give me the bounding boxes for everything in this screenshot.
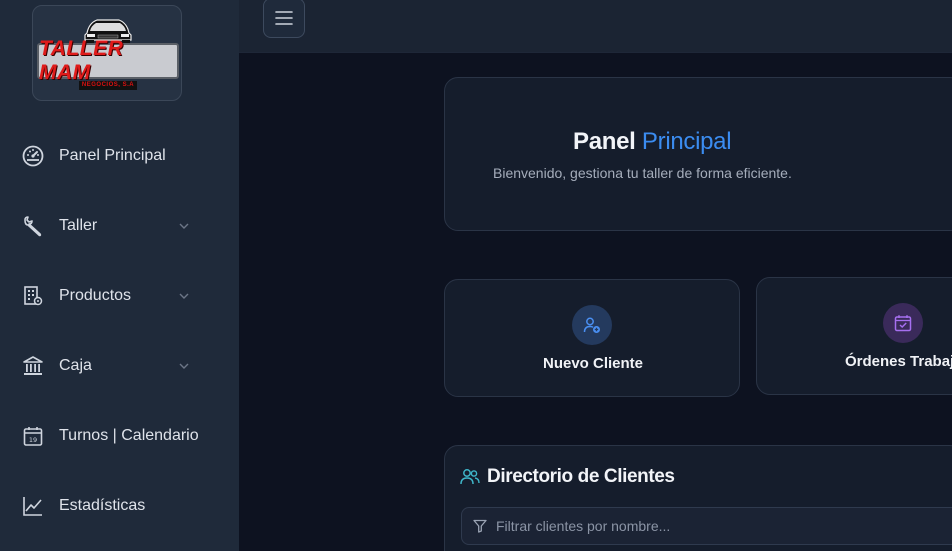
- client-filter-input[interactable]: [496, 508, 952, 544]
- new-client-button[interactable]: Nuevo Cliente: [444, 279, 740, 397]
- gauge-icon: [22, 145, 44, 167]
- user-plus-icon: [572, 305, 612, 345]
- hamburger-icon: [275, 11, 293, 25]
- sidebar-item-caja[interactable]: Caja: [0, 346, 239, 386]
- chevron-down-icon: [179, 293, 189, 299]
- calendar-icon: 19: [22, 425, 44, 447]
- sidebar-item-estadisticas[interactable]: Estadísticas: [0, 486, 239, 526]
- work-orders-label: Órdenes Trabaj: [845, 353, 952, 370]
- chevron-down-icon: [179, 363, 189, 369]
- sidebar-item-label: Taller: [59, 217, 98, 234]
- page-title: Panel Principal: [573, 128, 732, 156]
- svg-text:19: 19: [29, 436, 37, 444]
- inventory-icon: [22, 285, 44, 307]
- sidebar-item-label: Estadísticas: [59, 497, 146, 514]
- page-title-part2: Principal: [641, 128, 732, 155]
- new-client-label: Nuevo Cliente: [543, 355, 644, 372]
- sidebar-item-taller[interactable]: Taller: [0, 206, 239, 246]
- sidebar-item-panel-principal[interactable]: Panel Principal: [0, 136, 239, 176]
- filter-icon: [473, 519, 487, 533]
- logo-sub-text: NEGOCIOS, S.A: [79, 81, 137, 90]
- sidebar-item-label: Turnos | Calendario: [59, 427, 199, 444]
- wrench-icon: [22, 215, 44, 237]
- menu-toggle-button[interactable]: [263, 0, 305, 38]
- client-directory: Directorio de Clientes: [444, 445, 952, 551]
- chevron-down-icon: [179, 223, 189, 229]
- chart-line-icon: [22, 495, 44, 517]
- calendar-check-icon: [883, 303, 923, 343]
- users-icon: [460, 469, 480, 485]
- sidebar: TALLER MAM NEGOCIOS, S.A Panel Principal…: [0, 0, 239, 551]
- work-orders-button[interactable]: Órdenes Trabaj: [756, 277, 952, 395]
- sidebar-item-label: Productos: [59, 287, 132, 304]
- topbar: [239, 0, 952, 53]
- sidebar-item-turnos-calendario[interactable]: 19 Turnos | Calendario: [0, 416, 239, 456]
- page-title-part1: Panel: [573, 128, 636, 155]
- filter-field: [461, 507, 952, 545]
- sidebar-item-label: Panel Principal: [59, 147, 166, 164]
- logo-brand-text: TALLER MAM: [39, 37, 124, 84]
- logo[interactable]: TALLER MAM NEGOCIOS, S.A: [32, 5, 182, 101]
- bank-icon: [22, 355, 44, 377]
- welcome-card: Panel Principal Bienvenido, gestiona tu …: [444, 77, 952, 231]
- directory-title: Directorio de Clientes: [487, 466, 675, 487]
- sidebar-item-productos[interactable]: Productos: [0, 276, 239, 316]
- welcome-subtitle: Bienvenido, gestiona tu taller de forma …: [493, 165, 792, 181]
- sidebar-item-label: Caja: [59, 357, 92, 374]
- logo-plate: TALLER MAM: [37, 37, 179, 84]
